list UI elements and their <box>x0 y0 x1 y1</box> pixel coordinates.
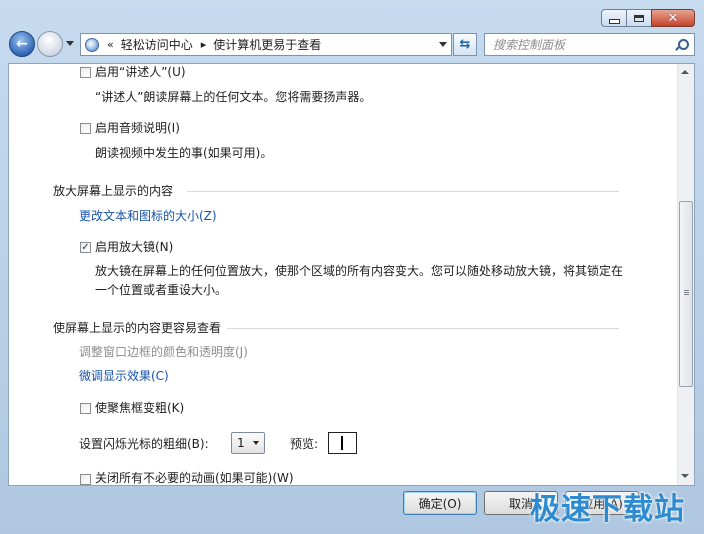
ok-button[interactable]: 确定(O) <box>403 491 477 515</box>
audio-description-text: 朗读视频中发生的事(如果可用)。 <box>95 146 273 160</box>
section-divider <box>227 328 619 329</box>
cursor-caret <box>341 436 343 450</box>
scroll-down-icon[interactable] <box>681 474 689 478</box>
control-panel-window: ✕ ← → « 轻松访问中心 ▸ 使计算机更易于查看 ⇆ 搜索控制面板 启用“讲… <box>0 0 704 534</box>
thick-focus-label[interactable]: 使聚焦框变粗(K) <box>95 399 184 416</box>
magnify-section-title: 放大屏幕上显示的内容 <box>53 184 174 198</box>
audio-description-checkbox[interactable] <box>80 123 91 134</box>
watermark-logo: 极速下载站 <box>530 492 685 527</box>
close-button[interactable]: ✕ <box>651 9 695 27</box>
magnifier-label[interactable]: 启用放大镜(N) <box>95 238 173 255</box>
content-pane: 启用“讲述人”(U) “讲述人”朗读屏幕上的任何文本。您将需要扬声器。 启用音频… <box>8 63 695 486</box>
narrator-description: “讲述人”朗读屏幕上的任何文本。您将需要扬声器。 <box>95 90 372 104</box>
recent-pages-dropdown[interactable] <box>66 41 74 46</box>
magnifier-checkbox[interactable]: ✓ <box>80 242 91 253</box>
disable-animations-label[interactable]: 关闭所有不必要的动画(如果可能)(W) <box>95 469 294 485</box>
minimize-button[interactable] <box>601 9 627 27</box>
refresh-button[interactable]: ⇆ <box>453 33 477 56</box>
fine-tune-display-link[interactable]: 微调显示效果(C) <box>79 367 169 384</box>
search-input[interactable]: 搜索控制面板 <box>493 36 674 53</box>
magnifier-description: 放大镜在屏幕上的任何位置放大，使那个区域的所有内容变大。您可以随处移动放大镜，将… <box>95 264 624 297</box>
cursor-preview <box>328 432 357 454</box>
close-icon: ✕ <box>667 10 679 26</box>
back-arrow-icon: ← <box>16 36 28 52</box>
cursor-thickness-select[interactable]: 1 <box>231 432 265 454</box>
cursor-thickness-label: 设置闪烁光标的粗细(B): <box>79 437 209 451</box>
breadcrumb-separator-icon[interactable]: ▸ <box>201 38 207 51</box>
window-border-color-link: 调整窗口边框的颜色和透明度(J) <box>79 345 248 359</box>
audio-description-label[interactable]: 启用音频说明(I) <box>95 119 180 136</box>
scrollbar-thumb[interactable] <box>679 201 693 387</box>
address-bar[interactable]: « 轻松访问中心 ▸ 使计算机更易于查看 <box>80 33 452 56</box>
overflow-chevron-icon[interactable]: « <box>107 38 114 51</box>
refresh-icon: ⇆ <box>459 37 471 52</box>
narrator-label[interactable]: 启用“讲述人”(U) <box>95 64 186 80</box>
back-button[interactable]: ← <box>9 31 35 57</box>
breadcrumb-ease-of-access[interactable]: 轻松访问中心 <box>121 36 193 53</box>
control-panel-icon <box>85 37 99 52</box>
maximize-icon <box>634 14 644 22</box>
preview-label: 预览: <box>290 437 319 451</box>
breadcrumb-make-easier-to-see[interactable]: 使计算机更易于查看 <box>213 36 321 53</box>
narrator-checkbox[interactable] <box>80 67 91 78</box>
vertical-scrollbar[interactable] <box>677 64 694 485</box>
search-icon[interactable] <box>674 38 689 52</box>
minimize-icon <box>608 18 620 24</box>
forward-arrow-icon: → <box>44 36 56 52</box>
thick-focus-checkbox[interactable] <box>80 403 91 414</box>
maximize-button[interactable] <box>626 9 652 27</box>
easier-section-title: 使屏幕上显示的内容更容易查看 <box>53 321 222 335</box>
scroll-up-icon[interactable] <box>681 70 689 74</box>
caption-buttons: ✕ <box>601 9 695 27</box>
address-dropdown-icon[interactable] <box>439 42 447 47</box>
change-text-size-link[interactable]: 更改文本和图标的大小(Z) <box>79 207 217 224</box>
disable-animations-checkbox[interactable] <box>80 474 91 485</box>
grip-icon <box>684 290 689 296</box>
cursor-thickness-value: 1 <box>237 436 245 450</box>
chevron-down-icon <box>253 441 259 445</box>
forward-button[interactable]: → <box>37 31 63 57</box>
search-box[interactable]: 搜索控制面板 <box>484 33 695 56</box>
section-divider <box>187 191 619 192</box>
